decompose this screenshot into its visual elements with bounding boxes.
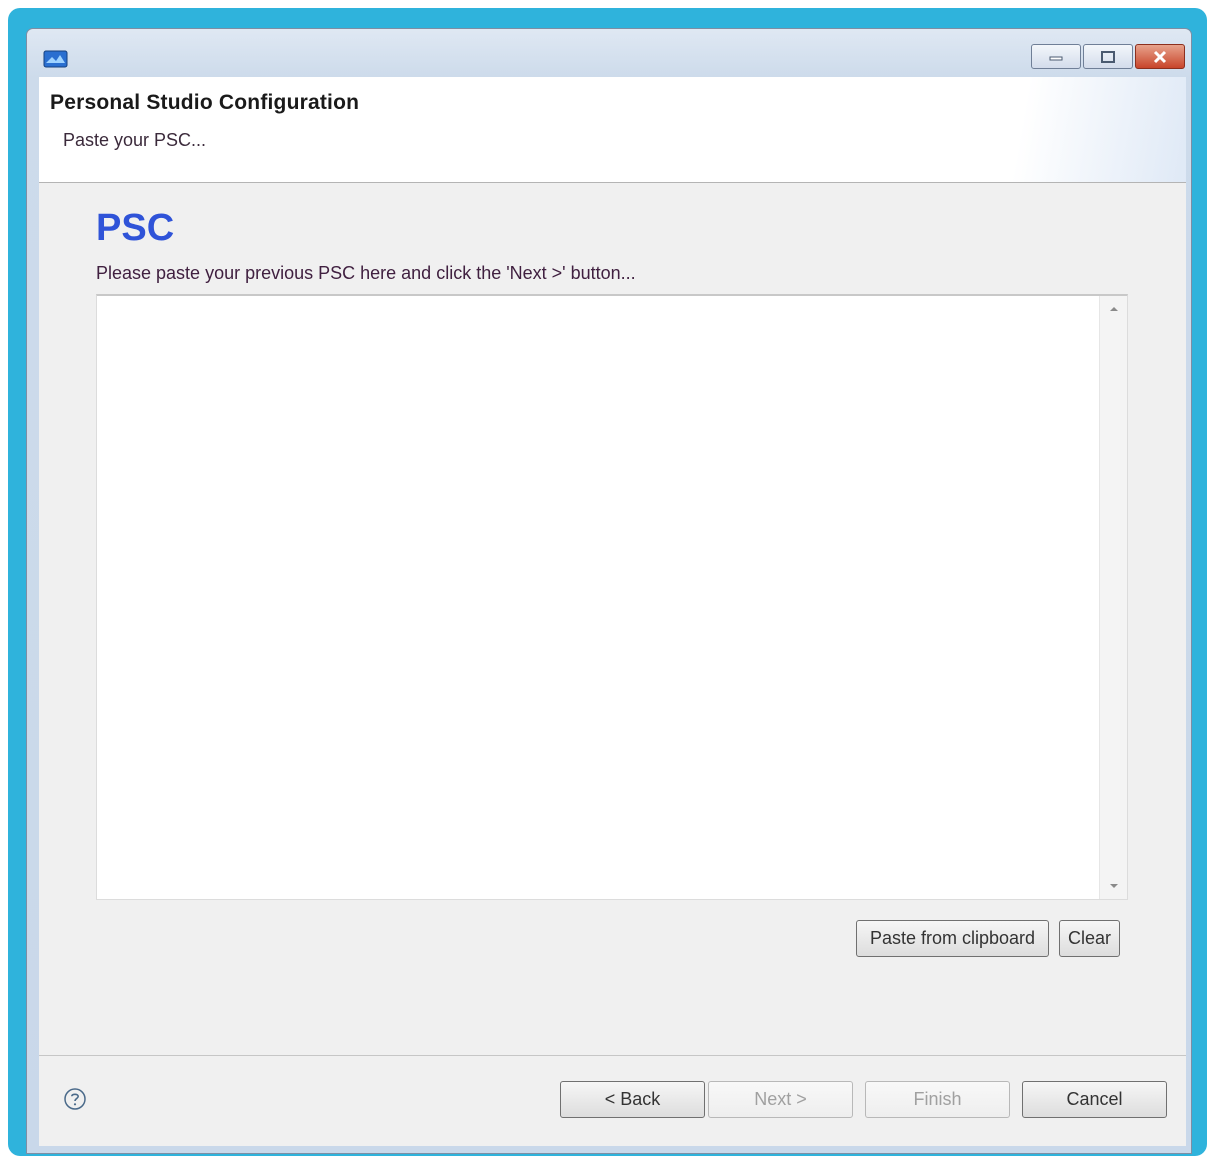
minimize-button[interactable] — [1031, 44, 1081, 69]
scroll-down-button[interactable] — [1100, 875, 1127, 897]
wizard-footer: < Back Next > Finish Cancel — [39, 1055, 1186, 1146]
maximize-icon — [1101, 50, 1115, 63]
page-title: Personal Studio Configuration — [50, 91, 360, 114]
minimize-icon — [1049, 56, 1063, 60]
close-icon — [1153, 50, 1167, 63]
maximize-button[interactable] — [1083, 44, 1133, 69]
psc-textarea[interactable] — [96, 294, 1128, 900]
arrow-down-icon — [1109, 884, 1118, 888]
window-controls — [1031, 44, 1185, 69]
app-icon — [43, 49, 69, 69]
dialog-window: Personal Studio Configuration Paste your… — [26, 28, 1192, 1154]
wizard-header: Personal Studio Configuration Paste your… — [39, 77, 1186, 183]
cancel-button[interactable]: Cancel — [1022, 1081, 1167, 1118]
back-button[interactable]: < Back — [560, 1081, 705, 1118]
page-subtitle: Paste your PSC... — [63, 130, 207, 150]
vertical-scrollbar[interactable] — [1099, 296, 1127, 899]
section-title: PSC — [96, 207, 175, 249]
help-icon[interactable] — [63, 1087, 87, 1111]
close-button[interactable] — [1135, 44, 1185, 69]
paste-from-clipboard-button[interactable]: Paste from clipboard — [856, 920, 1049, 957]
scroll-up-button[interactable] — [1100, 298, 1127, 320]
finish-button[interactable]: Finish — [865, 1081, 1010, 1118]
next-button[interactable]: Next > — [708, 1081, 853, 1118]
wizard-body: PSC Please paste your previous PSC here … — [39, 183, 1186, 1055]
arrow-up-icon — [1109, 307, 1118, 311]
clear-button[interactable]: Clear — [1059, 920, 1120, 957]
instruction-text: Please paste your previous PSC here and … — [96, 263, 636, 283]
